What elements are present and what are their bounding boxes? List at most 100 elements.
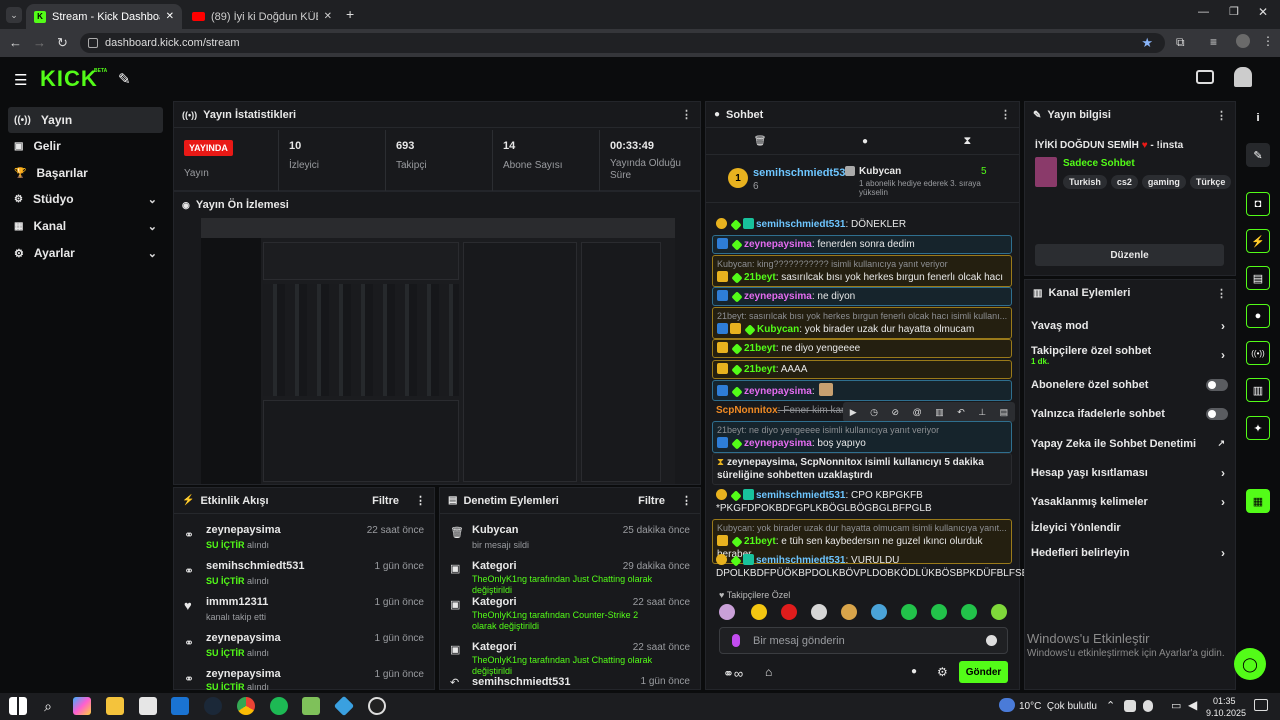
stream-preview-video[interactable] bbox=[201, 218, 675, 484]
forward-icon[interactable]: → bbox=[33, 35, 46, 50]
trash-icon[interactable]: 🗑 bbox=[754, 136, 767, 147]
ban-icon[interactable]: ⊘ bbox=[892, 407, 900, 418]
banned-words-setting[interactable]: Yasaklanmış kelimeler › bbox=[1031, 495, 1227, 509]
sidebar-item-gelir[interactable]: ▣ Gelir bbox=[8, 133, 163, 159]
volume-icon[interactable]: ◀ bbox=[1188, 698, 1197, 712]
emote-icon[interactable] bbox=[811, 604, 827, 620]
chat-username[interactable]: 21beyt bbox=[744, 536, 776, 547]
emotes-only-toggle[interactable] bbox=[1206, 408, 1228, 420]
close-window-icon[interactable]: ✕ bbox=[1258, 5, 1268, 19]
hourglass-icon[interactable]: ⧗ bbox=[964, 135, 972, 148]
steam-icon[interactable] bbox=[204, 697, 222, 715]
chat-input[interactable]: Bir mesaj gönderin bbox=[719, 627, 1008, 654]
emote-icon[interactable] bbox=[901, 604, 917, 620]
followers-only-setting[interactable]: Takipçilere özel sohbet 1 dk. › bbox=[1031, 345, 1227, 366]
emote-icon[interactable] bbox=[871, 604, 887, 620]
spotify-icon[interactable] bbox=[270, 697, 288, 715]
more-options-icon[interactable]: ⋮ bbox=[681, 108, 692, 121]
trash-icon[interactable]: ▤ bbox=[1000, 407, 1009, 418]
chat-username[interactable]: zeynepaysima bbox=[744, 438, 812, 449]
profile-avatar-icon[interactable] bbox=[1236, 34, 1250, 48]
new-tab-icon[interactable]: + bbox=[346, 6, 354, 22]
more-options-icon[interactable]: ⋮ bbox=[1216, 109, 1227, 122]
filter-button[interactable]: Filtre bbox=[638, 495, 665, 507]
gift-icon[interactable]: ⚭∞ bbox=[723, 666, 743, 682]
goals-setting[interactable]: Hedefleri belirleyin › bbox=[1031, 546, 1227, 560]
document-icon[interactable]: ▤ bbox=[1246, 266, 1270, 290]
more-options-icon[interactable]: ⋮ bbox=[681, 494, 692, 507]
more-options-icon[interactable]: ⋮ bbox=[1000, 108, 1011, 121]
notification-icon[interactable] bbox=[1254, 699, 1268, 711]
copilot-icon[interactable] bbox=[73, 697, 91, 715]
clapperboard-icon[interactable]: ▦ bbox=[1246, 489, 1270, 513]
browser-tab-youtube[interactable]: (89) İyi ki Doğdun KÜBRA | Reco ✕ bbox=[184, 4, 340, 29]
tag[interactable]: Türkçe bbox=[1189, 175, 1232, 189]
bookmark-star-icon[interactable]: ★ bbox=[1141, 33, 1153, 53]
more-options-icon[interactable]: ⋮ bbox=[415, 494, 426, 507]
microphone-icon[interactable] bbox=[732, 634, 740, 647]
edit-button[interactable]: Düzenle bbox=[1035, 244, 1224, 266]
broom-icon[interactable]: ✎ bbox=[118, 70, 131, 88]
site-info-icon[interactable] bbox=[88, 38, 98, 48]
url-field[interactable]: dashboard.kick.com/stream ★ bbox=[80, 33, 1165, 53]
chat-username[interactable]: zeynepaysima bbox=[744, 239, 812, 250]
chat-username[interactable]: Kubycan bbox=[757, 324, 799, 335]
network-icon[interactable]: ▭ bbox=[1171, 699, 1181, 712]
browser-tab-kick[interactable]: K Stream - Kick Dashboard ✕ bbox=[26, 4, 182, 29]
store-icon[interactable]: ⌂ bbox=[765, 665, 772, 679]
close-tab-icon[interactable]: ✕ bbox=[324, 11, 332, 22]
hamburger-menu-icon[interactable]: ☰ bbox=[14, 71, 27, 89]
user-avatar-icon[interactable] bbox=[1234, 67, 1252, 87]
chat-username[interactable]: semihschmiedt531 bbox=[756, 490, 846, 501]
chat-username[interactable]: semihschmiedt531 bbox=[756, 219, 846, 230]
sidebar-item-basarilar[interactable]: 🏆 Başarılar bbox=[8, 160, 163, 186]
support-chat-icon[interactable]: ◯ bbox=[1234, 648, 1266, 680]
chat-username[interactable]: zeynepaysima bbox=[744, 291, 812, 302]
search-icon[interactable]: ⌕ bbox=[39, 697, 57, 715]
pin-icon[interactable]: ⊥ bbox=[978, 407, 986, 418]
minimize-icon[interactable]: — bbox=[1198, 6, 1209, 18]
outlook-icon[interactable] bbox=[171, 697, 189, 715]
chat-username[interactable]: ScpNonnitox bbox=[716, 405, 778, 416]
emote-icon[interactable] bbox=[931, 604, 947, 620]
media-control-icon[interactable]: ≡ bbox=[1210, 35, 1217, 49]
chat-username[interactable]: 21beyt bbox=[744, 343, 776, 354]
sidebar-item-kanal[interactable]: ▦ Kanal ⌄ bbox=[8, 213, 163, 239]
delete-icon[interactable]: ▥ bbox=[935, 407, 944, 418]
ai-moderation-setting[interactable]: Yapay Zeka ile Sohbet Denetimi ↗ bbox=[1031, 438, 1227, 450]
file-explorer-icon[interactable] bbox=[106, 697, 124, 715]
emote-icon[interactable] bbox=[991, 604, 1007, 620]
tab-list-icon[interactable]: ⌄ bbox=[6, 7, 22, 23]
account-age-setting[interactable]: Hesap yaşı kısıtlaması › bbox=[1031, 466, 1227, 480]
tray-app-icon[interactable] bbox=[1124, 700, 1136, 712]
filter-button[interactable]: Filtre bbox=[372, 495, 399, 507]
emote-icon[interactable] bbox=[781, 604, 797, 620]
mention-icon[interactable]: @ bbox=[913, 407, 922, 417]
browser-menu-icon[interactable]: ⋮ bbox=[1262, 34, 1274, 48]
send-button[interactable]: Gönder bbox=[959, 661, 1008, 683]
extensions-icon[interactable]: ⧉ bbox=[1176, 35, 1185, 50]
restore-icon[interactable]: ❐ bbox=[1229, 5, 1239, 18]
users-icon[interactable]: ▥ bbox=[1246, 378, 1270, 402]
chat-username[interactable]: 21beyt bbox=[744, 272, 776, 283]
chat-bubble-icon[interactable]: ● bbox=[862, 136, 868, 147]
category-name[interactable]: Sadece Sohbet bbox=[1063, 158, 1135, 169]
obs-icon[interactable] bbox=[368, 697, 386, 715]
wrench-icon[interactable]: ✦ bbox=[1246, 416, 1270, 440]
close-tab-icon[interactable]: ✕ bbox=[166, 11, 174, 22]
chat-username[interactable]: zeynepaysima bbox=[744, 386, 812, 397]
tag[interactable]: gaming bbox=[1141, 175, 1186, 189]
emote-icon[interactable] bbox=[961, 604, 977, 620]
lightning-icon[interactable]: ⚡ bbox=[1246, 229, 1270, 253]
back-icon[interactable]: ← bbox=[9, 35, 22, 50]
sidebar-item-yayin[interactable]: ((•)) Yayın bbox=[8, 107, 163, 133]
weather-text[interactable]: 10°C Çok bulutlu bbox=[1019, 701, 1097, 712]
chat-username[interactable]: semihschmiedt531 bbox=[756, 555, 846, 566]
emote-icon[interactable] bbox=[719, 604, 735, 620]
clock-time[interactable]: 01:35 bbox=[1213, 696, 1236, 706]
reload-icon[interactable]: ↻ bbox=[57, 35, 68, 51]
chat-icon[interactable]: ● bbox=[1246, 304, 1270, 328]
edit-icon[interactable]: ✎ bbox=[1246, 143, 1270, 167]
emoji-icon[interactable] bbox=[986, 635, 997, 646]
clock-date[interactable]: 9.10.2025 bbox=[1206, 708, 1246, 718]
